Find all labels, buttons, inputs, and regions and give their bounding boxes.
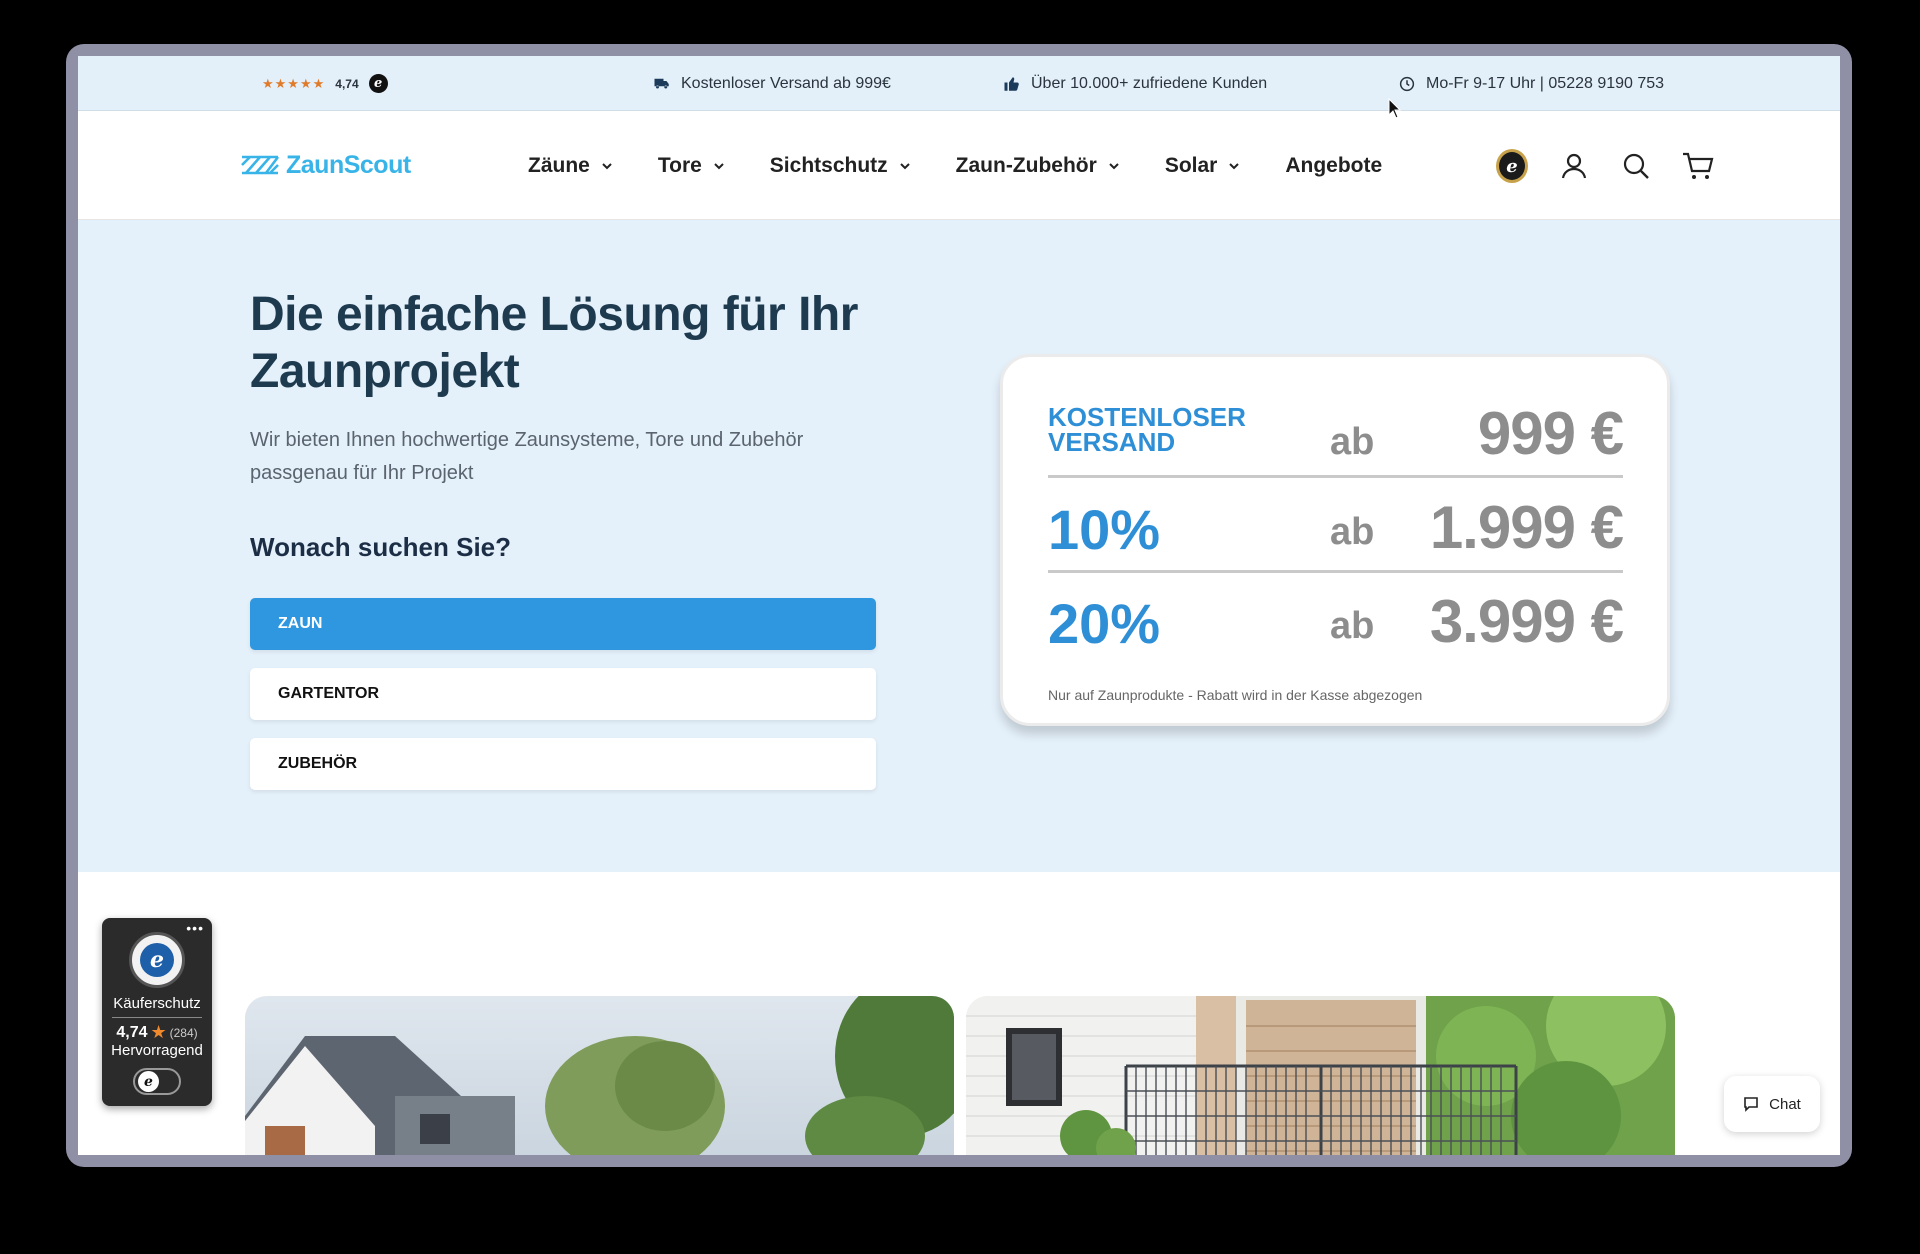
mouse-cursor-icon (1388, 98, 1402, 119)
nav-label: Solar (1164, 154, 1218, 177)
trusted-shops-widget[interactable]: ••• e Käuferschutz 4,74 ★ (284) Hervorra… (102, 918, 212, 1106)
discount-divider (1048, 475, 1623, 478)
rating-summary[interactable]: ★★★★★ 4,74 e (262, 56, 388, 111)
trusted-shops-badge[interactable]: e (1496, 149, 1528, 183)
chevron-down-icon (899, 163, 910, 170)
search-icon (1623, 153, 1649, 179)
discount-amount: 1.999 € (1429, 494, 1624, 561)
nav-item-angebote[interactable]: Angebote (1285, 154, 1382, 178)
house-image (245, 996, 954, 1155)
category-button-zubehoer[interactable]: ZUBEHÖR (250, 738, 876, 790)
trusted-shops-icon: e (140, 943, 174, 977)
page: ★★★★★ 4,74 e Kostenloser Versand ab 999€… (78, 56, 1840, 1155)
thumbs-up-icon (1004, 76, 1019, 91)
category-image-gate[interactable] (966, 996, 1675, 1155)
trusted-shops-icon: e (368, 74, 388, 93)
trusted-score: 4,74 (116, 1023, 148, 1041)
discount-amount: 3.999 € (1429, 588, 1624, 655)
shipping-info: Kostenloser Versand ab 999€ (653, 56, 891, 111)
nav-label: Sichtschutz (769, 154, 888, 177)
chevron-down-icon (714, 163, 724, 170)
chevron-down-icon (1229, 163, 1240, 170)
announcement-bar: ★★★★★ 4,74 e Kostenloser Versand ab 999€… (78, 56, 1840, 111)
discount-label: 20% (1048, 592, 1161, 655)
nav-label: Angebote (1285, 154, 1383, 177)
account-button[interactable] (1558, 150, 1590, 182)
buyer-protection-label: Käuferschutz (113, 995, 201, 1012)
hours-text: Mo-Fr 9-17 Uhr | 05228 9190 753 (1426, 74, 1665, 92)
main-nav: Zäune Tore Sichtschutz Zaun-Zubehör Sola… (528, 112, 1382, 220)
nav-item-zaun-zubehoer[interactable]: Zaun-Zubehör (956, 154, 1121, 178)
category-button-gartentor[interactable]: GARTENTOR (250, 668, 876, 720)
more-options-icon[interactable]: ••• (186, 920, 204, 936)
chevron-down-icon (1109, 163, 1119, 170)
discount-card: KOSTENLOSER VERSAND ab 999 € 10% ab 1.99… (1000, 354, 1670, 726)
cart-button[interactable] (1682, 150, 1714, 182)
chat-button[interactable]: Chat (1724, 1076, 1820, 1132)
divider (112, 1017, 202, 1018)
rating-stars: ★★★★★ (262, 75, 326, 91)
rating-value: 4,74 (335, 76, 359, 91)
discount-ab: ab (1330, 511, 1375, 553)
chevron-down-icon (602, 163, 612, 170)
category-tiles-section (78, 872, 1840, 1155)
search-question: Wonach suchen Sie? (250, 532, 512, 562)
hero-section: Die einfache Lösung für Ihr Zaunprojekt … (78, 220, 1840, 872)
nav-label: Zäune (528, 154, 590, 177)
clock-icon (1399, 76, 1415, 91)
discount-label-line: VERSAND (1048, 427, 1176, 457)
discount-label: 10% (1048, 498, 1161, 561)
logo-text: ZaunScout (286, 150, 411, 179)
chat-bubble-icon (1744, 1097, 1758, 1112)
search-button[interactable] (1620, 150, 1652, 182)
chat-label: Chat (1769, 1095, 1801, 1113)
discount-divider (1048, 570, 1623, 573)
hours-info: Mo-Fr 9-17 Uhr | 05228 9190 753 (1398, 56, 1664, 111)
logo-icon (241, 155, 280, 175)
truck-icon (654, 78, 669, 88)
discount-ab: ab (1330, 605, 1375, 647)
nav-label: Zaun-Zubehör (955, 154, 1097, 177)
trusted-rating: 4,74 ★ (284) (102, 1022, 212, 1043)
nav-item-sichtschutz[interactable]: Sichtschutz (770, 154, 912, 178)
discount-label: KOSTENLOSER VERSAND (1048, 404, 1246, 457)
nav-item-solar[interactable]: Solar (1165, 154, 1242, 178)
trusted-shops-icon: e (138, 1071, 159, 1092)
header-actions: e (1496, 112, 1714, 220)
hero-title: Die einfache Lösung für Ihr Zaunprojekt (250, 288, 858, 398)
customers-info: Über 10.000+ zufriedene Kunden (1003, 56, 1267, 111)
nav-item-zaeune[interactable]: Zäune (528, 154, 614, 178)
rating-grade: Hervorragend (111, 1042, 203, 1059)
category-image-house[interactable] (245, 996, 954, 1155)
discount-ab: ab (1330, 421, 1375, 463)
trusted-shops-seal-icon: e (129, 932, 185, 988)
discount-amount: 999 € (1477, 400, 1624, 467)
trusted-shops-toggle[interactable]: e (133, 1068, 181, 1095)
user-icon (1561, 153, 1587, 179)
discount-row-20: 20% ab 3.999 € (1048, 575, 1624, 667)
discount-row-shipping: KOSTENLOSER VERSAND ab 999 € (1048, 387, 1624, 479)
discount-row-10: 10% ab 1.999 € (1048, 481, 1624, 573)
review-count: (284) (169, 1025, 198, 1040)
browser-window: ★★★★★ 4,74 e Kostenloser Versand ab 999€… (66, 44, 1852, 1167)
nav-label: Tore (657, 154, 702, 177)
discount-note: Nur auf Zaunprodukte - Rabatt wird in de… (1048, 687, 1423, 703)
star-icon: ★ (150, 1022, 167, 1042)
hero-subtitle: Wir bieten Ihnen hochwertige Zaunsysteme… (250, 429, 804, 484)
cart-icon (1683, 152, 1714, 179)
nav-item-tore[interactable]: Tore (658, 154, 726, 178)
trusted-shops-icon: e (1496, 149, 1528, 183)
logo[interactable]: ZaunScout (240, 148, 411, 182)
category-button-zaun[interactable]: ZAUN (250, 598, 876, 650)
shipping-text: Kostenloser Versand ab 999€ (681, 74, 891, 92)
site-header: ZaunScout Zäune Tore Sichtschutz Zaun-Zu… (78, 112, 1840, 220)
customers-text: Über 10.000+ zufriedene Kunden (1031, 74, 1268, 92)
gate-image (966, 996, 1675, 1155)
